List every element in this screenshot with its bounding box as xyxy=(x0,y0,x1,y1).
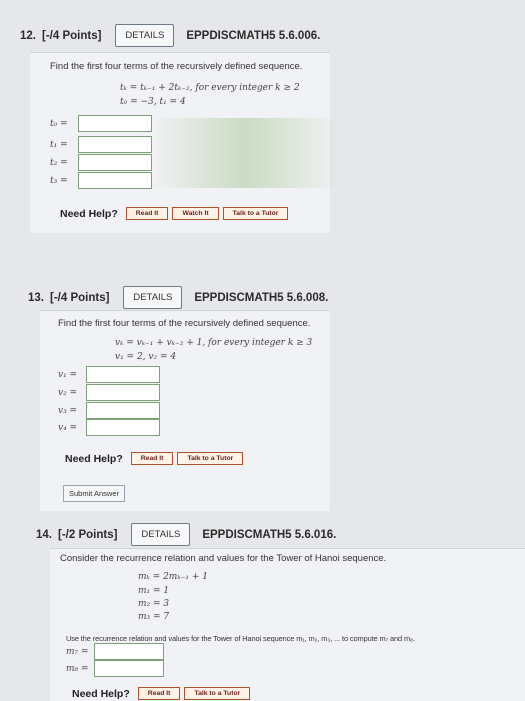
q12-recurrence: tₖ = tₖ₋₁ + 2tₖ₋₂, for every integer k ≥… xyxy=(120,83,300,93)
q13-points: [-/4 Points] xyxy=(50,291,110,304)
q14-code: EPPDISCMATH5 5.6.016. xyxy=(202,528,337,541)
q13-submit-answer-button[interactable]: Submit Answer xyxy=(63,485,126,502)
q14-m3: m₃ = 7 xyxy=(138,612,170,622)
q13-answer-row-v1: v₁ = xyxy=(58,366,160,383)
q14-answer-row-m8: m₈ = xyxy=(66,660,164,677)
q12-answer-row-t2: t₂ = xyxy=(50,154,152,171)
q12-input-t3[interactable] xyxy=(78,172,152,189)
q13-details-button[interactable]: DETAILS xyxy=(123,286,183,309)
q14-input-m8[interactable] xyxy=(94,660,164,677)
q13-answer-row-v3: v₃ = xyxy=(58,402,160,419)
q13-input-v1[interactable] xyxy=(86,366,160,383)
q12-talk-to-tutor-button[interactable]: Talk to a Tutor xyxy=(222,207,289,220)
q13-talk-to-tutor-button[interactable]: Talk to a Tutor xyxy=(177,452,244,465)
q13-answer-row-v2: v₂ = xyxy=(58,384,160,401)
q14-label-m7: m₇ = xyxy=(66,646,89,657)
q12-code: EPPDISCMATH5 5.6.006. xyxy=(186,29,321,42)
q12-watch-it-button[interactable]: Watch It xyxy=(172,207,219,220)
q12-points: [-/4 Points] xyxy=(42,29,102,42)
q14-input-m7[interactable] xyxy=(94,643,164,660)
q13-input-v3[interactable] xyxy=(86,402,160,419)
q13-label-v1: v₁ = xyxy=(58,369,78,380)
q14-talk-to-tutor-button[interactable]: Talk to a Tutor xyxy=(184,687,251,700)
q14-answer-row-m7: m₇ = xyxy=(66,643,164,660)
q13-label-v3: v₃ = xyxy=(58,405,78,416)
q14-points: [-/2 Points] xyxy=(58,528,118,541)
q13-initial-values: v₁ = 2, v₂ = 4 xyxy=(115,352,177,362)
q13-label-v4: v₄ = xyxy=(58,422,78,433)
q13-answer-row-v4: v₄ = xyxy=(58,419,160,436)
q12-label-t2: t₂ = xyxy=(50,157,68,168)
q12-prompt: Find the first four terms of the recursi… xyxy=(50,61,303,72)
q12-number: 12. xyxy=(20,29,36,42)
q12-header: 12. [-/4 Points] DETAILS EPPDISCMATH5 5.… xyxy=(20,24,320,47)
q12-read-it-button[interactable]: Read It xyxy=(125,207,169,220)
q13-number: 13. xyxy=(28,291,44,304)
q14-prompt: Consider the recurrence relation and val… xyxy=(60,553,387,564)
q12-input-t0[interactable] xyxy=(78,115,152,132)
q14-panel xyxy=(50,548,525,701)
q12-label-t0: t₀ = xyxy=(50,118,68,129)
q12-initial-values: t₀ = −3, t₁ = 4 xyxy=(120,97,186,107)
q14-read-it-button[interactable]: Read It xyxy=(137,687,181,700)
q14-recurrence: mₖ = 2mₖ₋₁ + 1 xyxy=(138,572,208,582)
q12-need-help-label: Need Help? xyxy=(60,207,118,220)
q14-m2: m₂ = 3 xyxy=(138,599,170,609)
q13-need-help-label: Need Help? xyxy=(65,452,123,465)
q12-answer-row-t3: t₃ = xyxy=(50,172,152,189)
q13-code: EPPDISCMATH5 5.6.008. xyxy=(194,291,329,304)
q12-label-t3: t₃ = xyxy=(50,175,68,186)
q12-input-t2[interactable] xyxy=(78,154,152,171)
q12-answer-row-t1: t₁ = xyxy=(50,136,152,153)
q13-read-it-button[interactable]: Read It xyxy=(130,452,174,465)
q14-label-m8: m₈ = xyxy=(66,663,89,674)
q13-prompt: Find the first four terms of the recursi… xyxy=(58,318,311,329)
q14-instruction: Use the recurrence relation and values f… xyxy=(66,634,415,643)
q14-need-help-label: Need Help? xyxy=(72,687,130,700)
q13-input-v4[interactable] xyxy=(86,419,160,436)
q12-help-bar: Need Help? Read It Watch It Talk to a Tu… xyxy=(60,207,289,220)
q13-header: 13. [-/4 Points] DETAILS EPPDISCMATH5 5.… xyxy=(28,286,328,309)
q13-input-v2[interactable] xyxy=(86,384,160,401)
q12-glare xyxy=(150,118,340,188)
q13-label-v2: v₂ = xyxy=(58,387,78,398)
q13-help-bar: Need Help? Read It Talk to a Tutor xyxy=(65,452,244,465)
q14-m1: m₁ = 1 xyxy=(138,586,170,596)
q13-recurrence: vₖ = vₖ₋₁ + vₖ₋₂ + 1, for every integer … xyxy=(115,338,313,348)
q14-help-bar: Need Help? Read It Talk to a Tutor xyxy=(72,687,251,700)
q14-details-button[interactable]: DETAILS xyxy=(131,523,191,546)
q12-label-t1: t₁ = xyxy=(50,139,68,150)
q14-number: 14. xyxy=(36,528,52,541)
q12-answer-row-t0: t₀ = xyxy=(50,115,152,132)
q14-header: 14. [-/2 Points] DETAILS EPPDISCMATH5 5.… xyxy=(36,523,336,546)
q12-details-button[interactable]: DETAILS xyxy=(115,24,175,47)
q12-input-t1[interactable] xyxy=(78,136,152,153)
